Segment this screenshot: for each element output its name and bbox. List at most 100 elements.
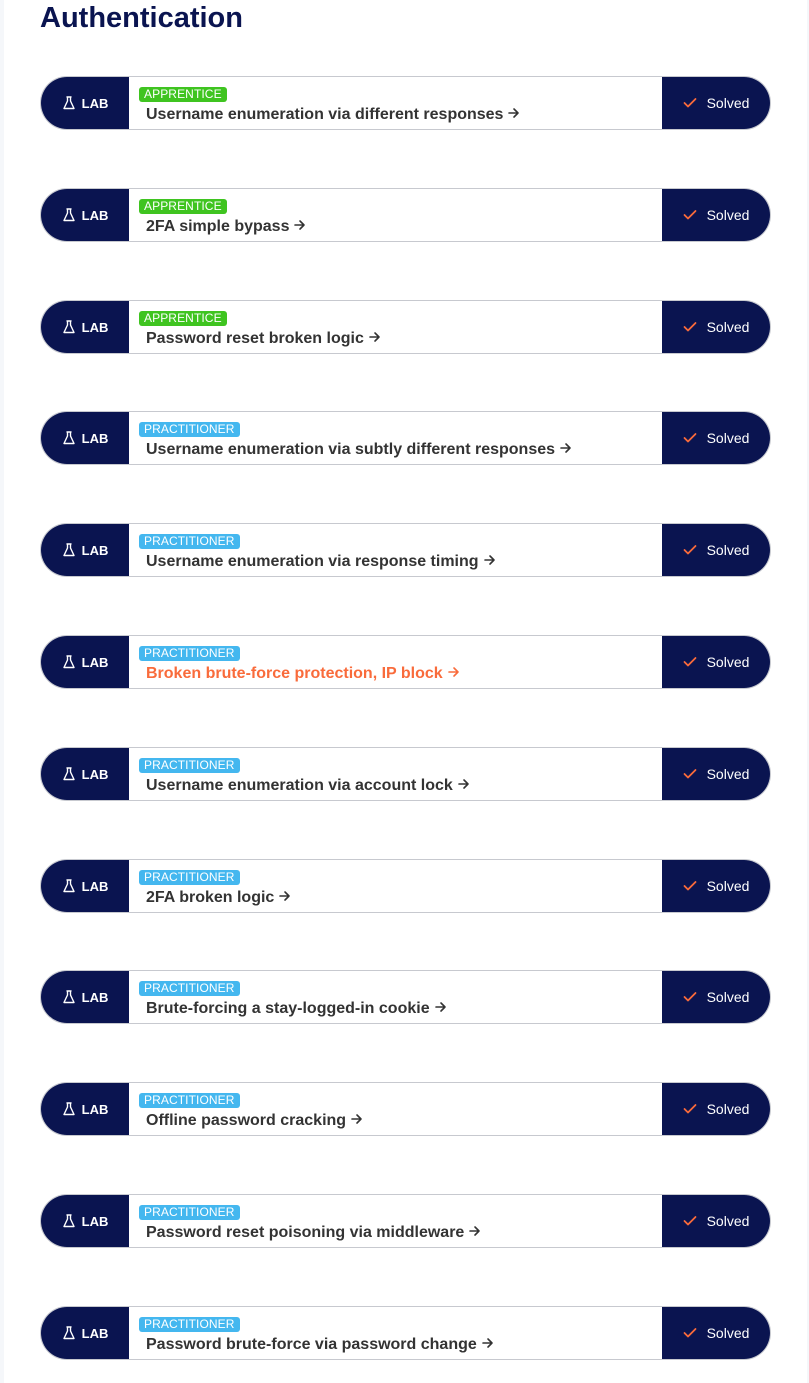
status-label: Solved (706, 1101, 750, 1117)
lab-title-link[interactable]: Username enumeration via account lock (146, 776, 470, 795)
lab-tag-label: LAB (81, 766, 109, 782)
check-icon (683, 210, 696, 220)
lab-card[interactable]: LAB PRACTITIONER 2FA broken logic Solved (40, 859, 771, 913)
status-solved: Solved (662, 524, 770, 576)
lab-title-link[interactable]: 2FA broken logic (146, 888, 291, 907)
lab-row[interactable]: LAB PRACTITIONER Username enumeration vi… (40, 747, 771, 801)
status-label: Solved (706, 319, 750, 335)
arrow-right-icon (481, 1338, 493, 1348)
lab-row[interactable]: LAB APPRENTICE Username enumeration via … (40, 76, 771, 130)
lab-card[interactable]: LAB PRACTITIONER Username enumeration vi… (40, 411, 771, 465)
lab-title-link[interactable]: Password brute-force via password change (146, 1335, 494, 1354)
lab-tag: LAB (41, 748, 129, 800)
lab-row[interactable]: LAB APPRENTICE 2FA simple bypass Solved (40, 188, 771, 242)
lab-body: PRACTITIONER Username enumeration via ac… (139, 748, 659, 800)
lab-card[interactable]: LAB PRACTITIONER Broken brute-force prot… (40, 635, 771, 689)
lab-tag: LAB (41, 524, 129, 576)
lab-title: Username enumeration via response timing (146, 553, 479, 570)
lab-card[interactable]: LAB APPRENTICE Password reset broken log… (40, 300, 771, 354)
level-badge: PRACTITIONER (139, 758, 240, 773)
level-badge: PRACTITIONER (139, 870, 240, 885)
level-badge: APPRENTICE (139, 199, 227, 214)
lab-body: PRACTITIONER Username enumeration via re… (139, 524, 659, 576)
lab-card[interactable]: LAB PRACTITIONER Password reset poisonin… (40, 1194, 771, 1248)
status-label: Solved (706, 207, 750, 223)
level-badge: PRACTITIONER (139, 981, 240, 996)
arrow-right-icon (483, 555, 495, 565)
check-icon (683, 433, 696, 443)
lab-card[interactable]: LAB PRACTITIONER Username enumeration vi… (40, 747, 771, 801)
status-solved: Solved (662, 1083, 770, 1135)
lab-title: Username enumeration via account lock (146, 777, 453, 794)
lab-row[interactable]: LAB PRACTITIONER Password brute-force vi… (40, 1306, 771, 1360)
check-icon (683, 657, 696, 667)
lab-row[interactable]: LAB PRACTITIONER Offline password cracki… (40, 1082, 771, 1136)
lab-card[interactable]: LAB APPRENTICE Username enumeration via … (40, 76, 771, 130)
status-label: Solved (706, 430, 750, 446)
flask-icon (62, 431, 75, 445)
lab-tag: LAB (41, 1307, 129, 1359)
status-label: Solved (706, 878, 750, 894)
arrow-right-icon (457, 779, 469, 789)
lab-card[interactable]: LAB PRACTITIONER Offline password cracki… (40, 1082, 771, 1136)
lab-title-link[interactable]: 2FA simple bypass (146, 217, 306, 236)
status-solved: Solved (662, 1195, 770, 1247)
status-solved: Solved (662, 860, 770, 912)
status-label: Solved (706, 542, 750, 558)
status-solved: Solved (662, 971, 770, 1023)
lab-title: Username enumeration via subtly differen… (146, 441, 556, 458)
lab-card[interactable]: LAB PRACTITIONER Username enumeration vi… (40, 523, 771, 577)
lab-card[interactable]: LAB PRACTITIONER Password brute-force vi… (40, 1306, 771, 1360)
lab-tag: LAB (41, 301, 129, 353)
lab-row[interactable]: LAB PRACTITIONER 2FA broken logic Solved (40, 859, 771, 913)
check-icon (683, 1328, 696, 1338)
lab-card[interactable]: LAB APPRENTICE 2FA simple bypass Solved (40, 188, 771, 242)
lab-card[interactable]: LAB PRACTITIONER Brute-forcing a stay-lo… (40, 970, 771, 1024)
status-solved: Solved (662, 301, 770, 353)
flask-icon (62, 879, 75, 893)
lab-title-link[interactable]: Username enumeration via response timing (146, 552, 496, 571)
status-label: Solved (706, 654, 750, 670)
lab-tag: LAB (41, 1083, 129, 1135)
lab-tag-label: LAB (81, 878, 109, 894)
level-badge: PRACTITIONER (139, 422, 240, 437)
lab-title-link[interactable]: Username enumeration via different respo… (146, 105, 520, 124)
lab-tag-label: LAB (81, 95, 109, 111)
level-badge: PRACTITIONER (139, 1317, 240, 1332)
level-badge: PRACTITIONER (139, 534, 240, 549)
lab-title-link[interactable]: Offline password cracking (146, 1111, 363, 1130)
arrow-right-icon (560, 443, 571, 453)
arrow-right-icon (447, 667, 459, 677)
flask-icon (62, 990, 75, 1004)
lab-title-link[interactable]: Broken brute-force protection, IP block (146, 664, 460, 683)
lab-row[interactable]: LAB APPRENTICE Password reset broken log… (40, 300, 771, 354)
lab-row[interactable]: LAB PRACTITIONER Brute-forcing a stay-lo… (40, 970, 771, 1024)
flask-icon (62, 96, 75, 110)
arrow-right-icon (294, 220, 306, 230)
lab-title-link[interactable]: Username enumeration via subtly differen… (146, 440, 572, 459)
check-icon (683, 322, 696, 332)
page: Authentication LAB APPRENTICE Username e… (4, 0, 807, 1383)
lab-row[interactable]: LAB PRACTITIONER Username enumeration vi… (40, 411, 771, 465)
lab-title: 2FA broken logic (146, 889, 275, 906)
check-icon (683, 881, 696, 891)
lab-title-link[interactable]: Password reset broken logic (146, 329, 381, 348)
lab-title: Password brute-force via password change (146, 1336, 477, 1353)
lab-tag: LAB (41, 860, 129, 912)
status-label: Solved (706, 989, 750, 1005)
lab-row[interactable]: LAB PRACTITIONER Password reset poisonin… (40, 1194, 771, 1248)
lab-body: PRACTITIONER Username enumeration via su… (139, 412, 659, 464)
lab-row[interactable]: LAB PRACTITIONER Broken brute-force prot… (40, 635, 771, 689)
lab-tag-label: LAB (81, 654, 109, 670)
level-badge: PRACTITIONER (139, 1205, 240, 1220)
lab-body: PRACTITIONER Brute-forcing a stay-logged… (139, 971, 659, 1023)
flask-icon (62, 767, 75, 781)
flask-icon (62, 543, 75, 557)
lab-title-link[interactable]: Brute-forcing a stay-logged-in cookie (146, 999, 447, 1018)
arrow-right-icon (279, 891, 291, 901)
lab-row[interactable]: LAB PRACTITIONER Username enumeration vi… (40, 523, 771, 577)
lab-title-link[interactable]: Password reset poisoning via middleware (146, 1223, 481, 1242)
lab-title: Offline password cracking (146, 1112, 347, 1129)
status-solved: Solved (662, 636, 770, 688)
flask-icon (62, 1214, 75, 1228)
